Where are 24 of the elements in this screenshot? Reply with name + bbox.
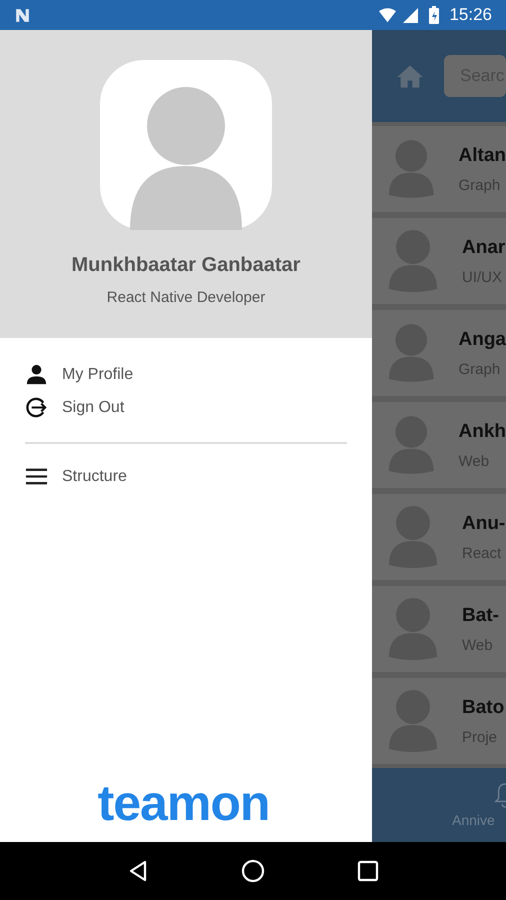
home-circle-icon[interactable] <box>240 859 265 883</box>
menu-item[interactable]: Structure <box>25 460 347 493</box>
sign-out-icon <box>25 396 48 419</box>
person-icon <box>25 363 48 386</box>
user-role: React Native Developer <box>106 289 266 306</box>
person-name: Bato <box>462 696 504 718</box>
wifi-icon <box>379 8 396 22</box>
person-name: Ankh <box>458 420 506 442</box>
signal-icon <box>402 8 420 22</box>
person-name: Altan <box>458 144 506 166</box>
tab-label[interactable]: Annive <box>452 812 495 828</box>
menu-item[interactable]: My Profile <box>25 358 347 391</box>
person-name: Anar <box>462 236 506 258</box>
menu-item[interactable]: Sign Out <box>25 391 347 424</box>
person-name: Anga <box>458 328 506 350</box>
person-name: Anu- <box>462 512 506 534</box>
notification-icon <box>14 6 31 24</box>
logo: teamon <box>98 774 270 832</box>
avatar-icon <box>100 60 272 230</box>
person-name: Bat- <box>462 604 499 626</box>
user-name: Munkhbaatar Ganbaatar <box>72 254 300 277</box>
battery-icon <box>429 6 440 24</box>
clock: 15:26 <box>449 5 492 25</box>
recents-icon[interactable] <box>356 859 380 883</box>
